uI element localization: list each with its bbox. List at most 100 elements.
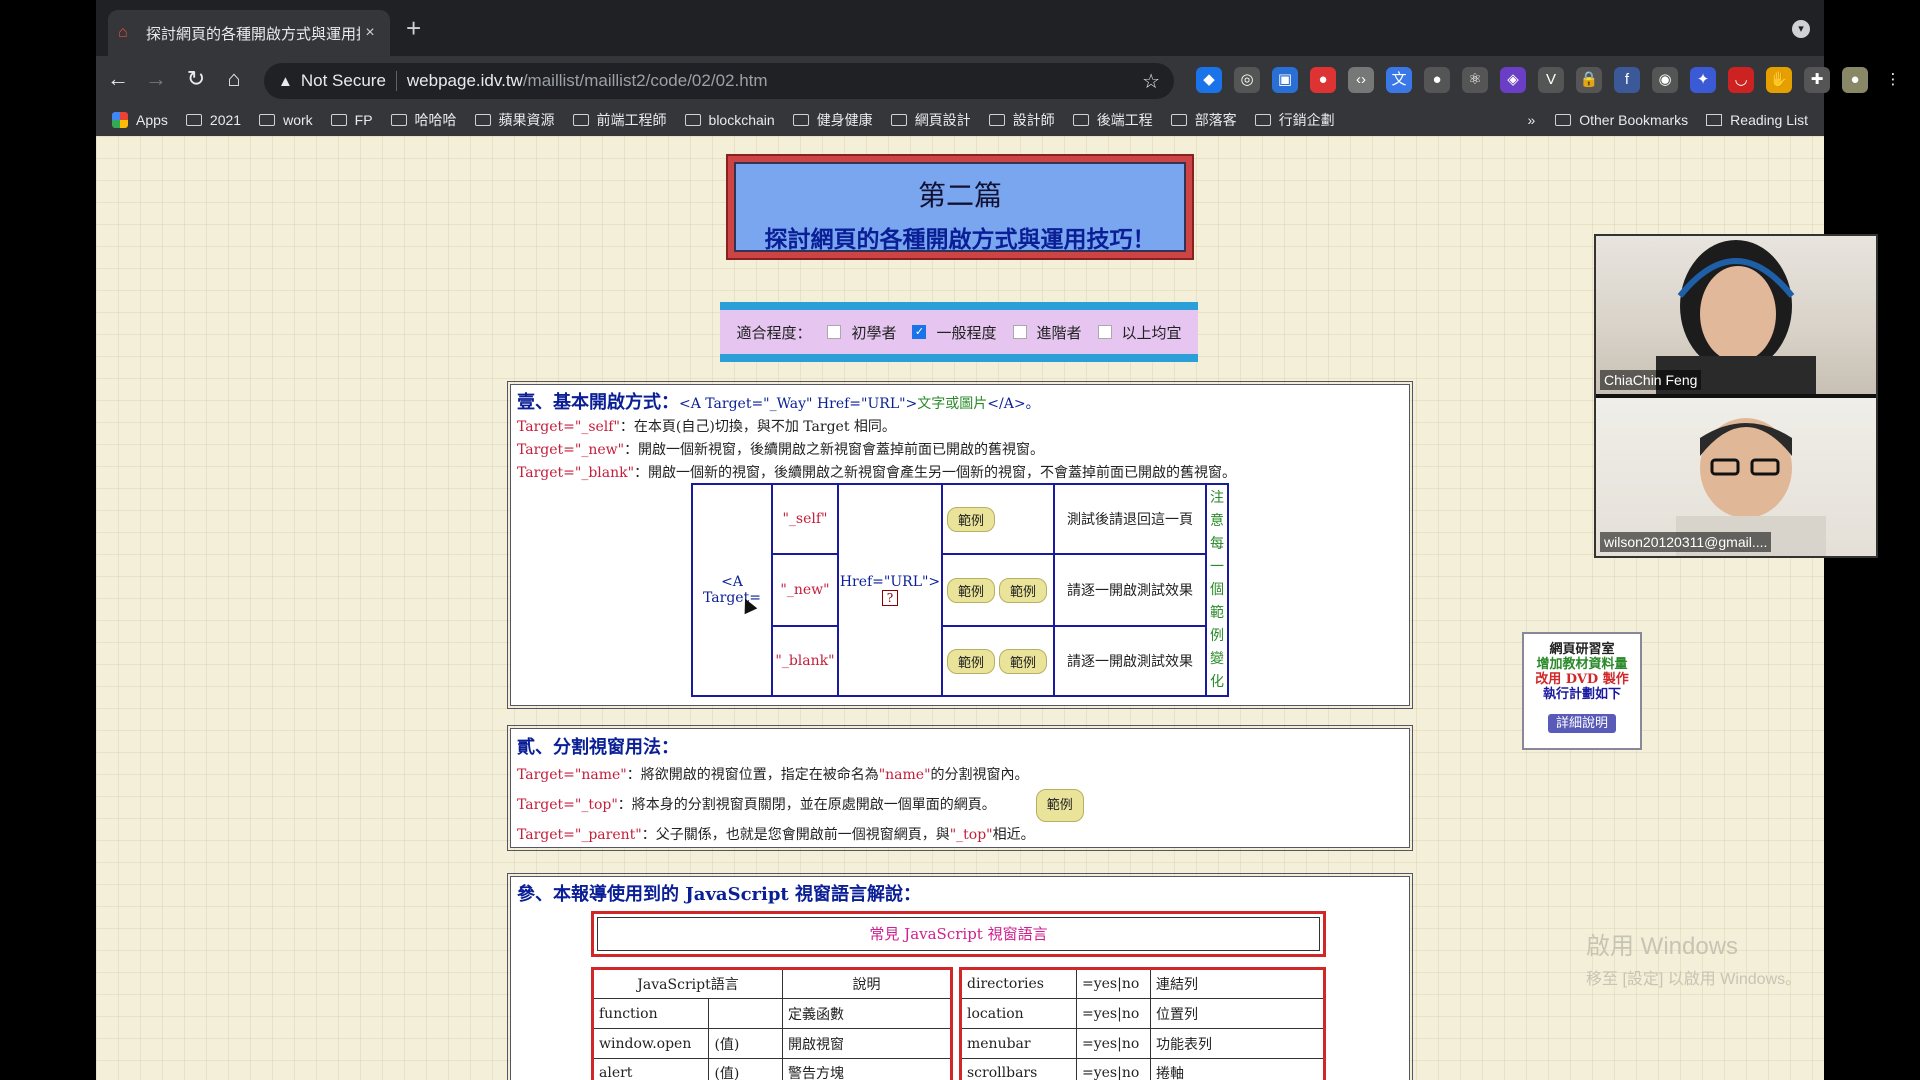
table-header-row: JavaScript語言 說明 <box>592 968 952 999</box>
extension-lips-icon[interactable]: ◡ <box>1728 67 1754 93</box>
home-button[interactable]: ⌂ <box>220 67 248 91</box>
table-cell: 開啟視窗 <box>782 1028 952 1059</box>
back-button[interactable]: ← <box>104 67 132 91</box>
target-top-value: "_top" <box>949 827 993 843</box>
bookmark-folder[interactable]: work <box>259 112 313 128</box>
details-button[interactable]: 詳細說明 <box>1547 714 1616 733</box>
bookmark-star-icon[interactable]: ☆ <box>1142 69 1160 94</box>
extension-dot-icon[interactable]: ● <box>1424 67 1450 93</box>
bookmark-folder[interactable]: 哈哈哈 <box>390 110 457 130</box>
example-button[interactable]: 範例 <box>947 577 996 603</box>
bookmark-folder[interactable]: 設計師 <box>988 110 1055 130</box>
video-tile-participant[interactable]: wilson20120311@gmail.... <box>1596 398 1876 556</box>
url-host: webpage.idv.tw <box>406 71 523 90</box>
participant-name: wilson20120311@gmail.... <box>1600 532 1772 552</box>
example-button[interactable]: 範例 <box>947 648 996 674</box>
bookmarks-overflow-button[interactable]: » <box>1527 112 1535 128</box>
note-cell: 注意每一個範例變化 <box>1205 483 1229 697</box>
extension-translate-icon[interactable]: 文 <box>1386 67 1412 93</box>
bookmark-folder[interactable]: 部落客 <box>1170 110 1237 130</box>
table-row: window.open (值) 開啟視窗 <box>591 1028 952 1059</box>
bookmark-folder[interactable]: blockchain <box>684 112 775 128</box>
bookmark-folder[interactable]: 蘋果資源 <box>474 110 555 130</box>
tab-search-icon[interactable]: ▾ <box>1792 20 1810 38</box>
table-cell: =yes|no <box>1076 1028 1151 1059</box>
bookmark-folder[interactable]: 前端工程師 <box>572 110 667 130</box>
other-bookmarks-label: Other Bookmarks <box>1579 112 1689 128</box>
extension-f-icon[interactable]: f <box>1614 67 1640 93</box>
active-tab[interactable]: ⌂ 探討網頁的各種開啟方式與運用技 × <box>108 10 390 56</box>
target-key: Target="name" <box>517 767 627 783</box>
extension-lock-icon[interactable]: 🔒 <box>1576 67 1602 93</box>
bookmark-folder-label: work <box>283 112 313 128</box>
table-cell <box>708 998 783 1029</box>
level-checkbox-advanced[interactable] <box>1012 325 1027 339</box>
example-button[interactable]: 範例 <box>999 577 1048 603</box>
reload-button[interactable]: ↻ <box>182 67 210 91</box>
level-selector: 適合程度： 初學者 ✓ 一般程度 進階者 以上均宜 <box>720 302 1198 362</box>
example-cell: 範例 範例 <box>941 625 1055 697</box>
table-cell: 連結列 <box>1150 968 1325 999</box>
other-bookmarks[interactable]: Other Bookmarks <box>1555 112 1688 128</box>
extensions-puzzle-icon[interactable]: ✚ <box>1804 67 1830 93</box>
bookmark-apps[interactable]: Apps <box>112 112 168 128</box>
page-title-inner: 第二篇 探討網頁的各種開啟方式與運用技巧！ <box>734 162 1186 253</box>
table-cell: (值) <box>708 1058 783 1080</box>
extension-shield-icon[interactable]: ◆ <box>1196 67 1222 93</box>
extension-purple-icon[interactable]: ◈ <box>1500 67 1526 93</box>
bookmark-folder[interactable]: 健身健康 <box>792 110 873 130</box>
bookmark-folder[interactable]: 2021 <box>185 112 241 128</box>
table-row: function 定義函數 <box>591 998 952 1029</box>
example-button[interactable]: 範例 <box>947 506 996 532</box>
extension-badge-icon[interactable]: ✦ <box>1690 67 1716 93</box>
forward-button[interactable]: → <box>142 67 170 91</box>
target-desc-end: 的分割視窗內。 <box>930 767 1029 783</box>
extension-bar: ◆ ◎ ▣ ● ‹› 文 ● ⚛ ◈ V 🔒 f ◉ ✦ ◡ ✋ ✚ ● ⋮ <box>1196 67 1906 93</box>
desc-cell: 請逐一開啟測試效果 <box>1053 553 1207 627</box>
extension-red-icon[interactable]: ● <box>1310 67 1336 93</box>
section-heading: 貳、分割視窗用法： <box>517 737 679 758</box>
participant-name: ChiaChin Feng <box>1600 370 1702 390</box>
table-cell: =yes|no <box>1076 1058 1151 1080</box>
level-checkbox-general[interactable]: ✓ <box>912 325 927 339</box>
table-cell: =yes|no <box>1076 998 1151 1029</box>
extension-window-icon[interactable]: ▣ <box>1272 67 1298 93</box>
reading-list-label: Reading List <box>1730 112 1808 128</box>
bookmark-folder-label: 網頁設計 <box>914 112 971 128</box>
not-secure-warning-icon[interactable]: ▲ <box>278 73 293 90</box>
bookmark-folder[interactable]: FP <box>330 112 373 128</box>
extension-target-icon[interactable]: ◉ <box>1652 67 1678 93</box>
video-tile-participant[interactable]: ChiaChin Feng <box>1596 236 1876 394</box>
level-option-label: 以上均宜 <box>1121 323 1182 342</box>
level-checkbox-beginner[interactable] <box>827 325 842 339</box>
bookmark-folder[interactable]: 網頁設計 <box>890 110 971 130</box>
extension-code-icon[interactable]: ‹› <box>1348 67 1374 93</box>
security-status[interactable]: Not Secure <box>301 71 386 91</box>
example-button[interactable]: 範例 <box>1035 789 1084 822</box>
example-button[interactable]: 範例 <box>999 648 1048 674</box>
extension-react-icon[interactable]: ⚛ <box>1462 67 1488 93</box>
folder-icon <box>1254 114 1271 126</box>
extension-circle-icon[interactable]: ◎ <box>1234 67 1260 93</box>
reading-list[interactable]: Reading List <box>1706 112 1808 128</box>
bookmark-folder[interactable]: 後端工程 <box>1072 110 1153 130</box>
browser-menu-icon[interactable]: ⋮ <box>1880 67 1906 93</box>
extension-hand-icon[interactable]: ✋ <box>1766 67 1792 93</box>
table-row: directories =yes|no 連結列 <box>960 968 1325 999</box>
tab-close-icon[interactable]: × <box>360 24 380 42</box>
table-cell: 位置列 <box>1150 998 1325 1029</box>
new-tab-button[interactable]: + <box>406 14 421 42</box>
profile-avatar-icon[interactable]: ● <box>1842 67 1868 93</box>
bookmark-folder[interactable]: 行銷企劃 <box>1254 110 1335 130</box>
table-row: scrollbars =yes|no 捲軸 <box>960 1058 1325 1080</box>
target-desc: ：將欲開啟的視窗位置，指定在被命名為 <box>626 767 879 783</box>
video-call-panel: ChiaChin Feng wilson20120311@gmail.... <box>1594 234 1878 558</box>
extension-v-icon[interactable]: V <box>1538 67 1564 93</box>
level-label: 適合程度： <box>736 323 812 342</box>
level-checkbox-all[interactable] <box>1097 325 1112 339</box>
address-bar[interactable]: ▲ Not Secure webpage.idv.tw /maillist/ma… <box>264 63 1174 99</box>
folder-icon <box>1555 114 1572 126</box>
help-question-icon[interactable]: ? <box>882 590 898 606</box>
target-blank-cell: "_blank" <box>771 625 839 697</box>
section-basic-open: 壹、基本開啟方式：<A Target="_Way" Href="URL">文字或… <box>507 381 1413 709</box>
